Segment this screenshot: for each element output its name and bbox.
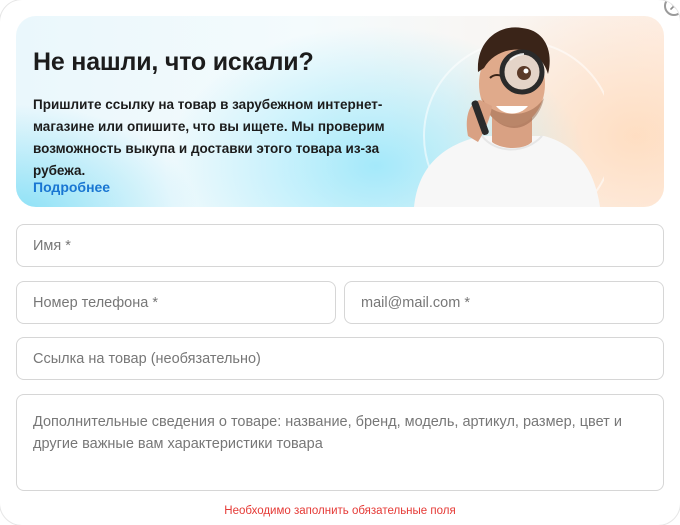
- close-button[interactable]: [664, 0, 680, 16]
- details-textarea[interactable]: [16, 394, 664, 491]
- more-link[interactable]: Подробнее: [33, 179, 110, 195]
- promo-banner: Не нашли, что искали? Пришлите ссылку на…: [16, 16, 664, 207]
- request-modal: Не нашли, что искали? Пришлите ссылку на…: [0, 0, 680, 525]
- name-field[interactable]: [16, 224, 664, 267]
- phone-field[interactable]: [16, 281, 336, 324]
- banner-title: Не нашли, что искали?: [33, 48, 314, 76]
- close-icon: [670, 2, 678, 10]
- email-field[interactable]: [344, 281, 664, 324]
- required-fields-error: Необходимо заполнить обязательные поля: [224, 505, 456, 517]
- product-link-field[interactable]: [16, 337, 664, 380]
- banner-description: Пришлите ссылку на товар в зарубежном ин…: [33, 97, 385, 178]
- man-with-magnifier-photo: [404, 16, 604, 207]
